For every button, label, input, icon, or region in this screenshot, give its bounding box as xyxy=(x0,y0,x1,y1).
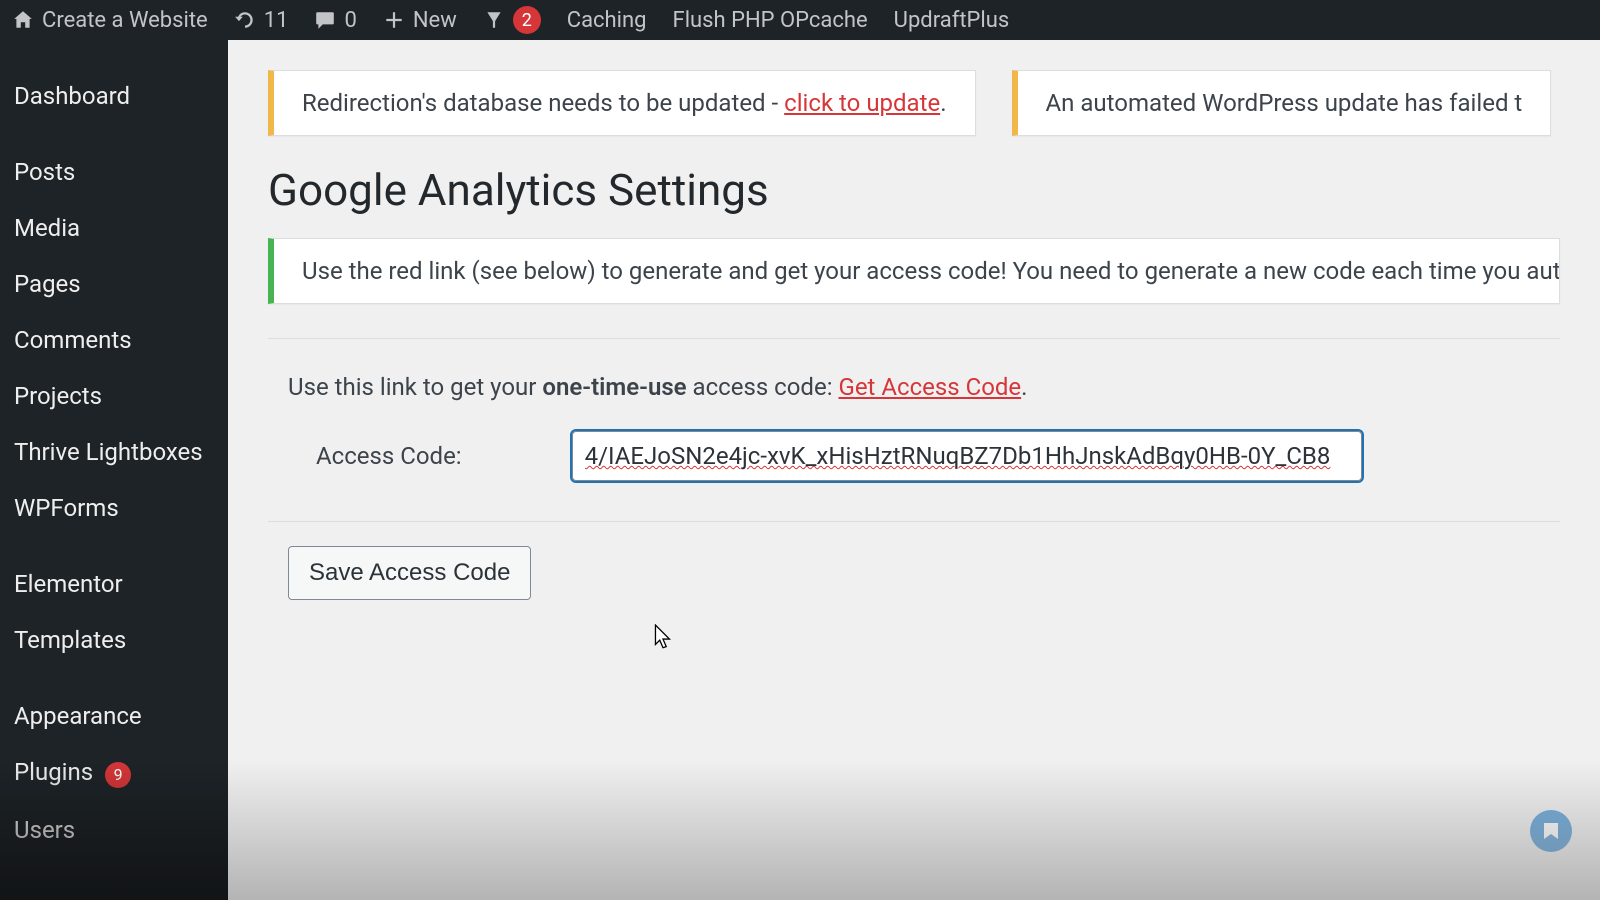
notice-text: Redirection's database needs to be updat… xyxy=(302,89,784,117)
updates-count: 11 xyxy=(264,8,289,33)
comment-icon xyxy=(314,9,336,31)
caching-link[interactable]: Caching xyxy=(567,8,647,33)
save-access-code-button[interactable]: Save Access Code xyxy=(288,546,531,600)
new-content-link[interactable]: New xyxy=(383,8,457,33)
sidebar-item-thrive-lightboxes[interactable]: Thrive Lightboxes xyxy=(0,424,228,480)
flush-opcache-link[interactable]: Flush PHP OPcache xyxy=(673,8,868,33)
notice-wp-update: An automated WordPress update has failed… xyxy=(1012,70,1552,136)
scroll-top-icon[interactable] xyxy=(1530,810,1572,852)
yoast-link[interactable]: 2 xyxy=(483,6,541,34)
sidebar-item-plugins[interactable]: Plugins 9 xyxy=(0,744,228,802)
sidebar-item-elementor[interactable]: Elementor xyxy=(0,556,228,612)
admin-sidebar: Dashboard Posts Media Pages Comments Pro… xyxy=(0,40,228,900)
separator xyxy=(268,521,1560,522)
comments-count: 0 xyxy=(344,8,356,33)
sidebar-item-dashboard[interactable]: Dashboard xyxy=(0,68,228,124)
sidebar-item-media[interactable]: Media xyxy=(0,200,228,256)
click-to-update-link[interactable]: click to update xyxy=(784,89,940,117)
mouse-cursor-icon xyxy=(652,624,674,652)
sidebar-item-pages[interactable]: Pages xyxy=(0,256,228,312)
sidebar-item-projects[interactable]: Projects xyxy=(0,368,228,424)
lead-text: Use this link to get your one-time-use a… xyxy=(288,373,1560,401)
main-content: Redirection's database needs to be updat… xyxy=(228,40,1600,900)
notice-redirection: Redirection's database needs to be updat… xyxy=(268,70,976,136)
admin-bar: Create a Website 11 0 New 2 Caching Flus… xyxy=(0,0,1600,40)
site-home-link[interactable]: Create a Website xyxy=(12,8,208,33)
home-icon xyxy=(12,9,34,31)
access-code-label: Access Code: xyxy=(316,442,462,470)
plus-icon xyxy=(383,9,405,31)
separator xyxy=(268,338,1560,339)
sidebar-item-wpforms[interactable]: WPForms xyxy=(0,480,228,536)
updraftplus-link[interactable]: UpdraftPlus xyxy=(894,8,1010,33)
access-code-input[interactable] xyxy=(572,431,1362,481)
updates-link[interactable]: 11 xyxy=(234,8,289,33)
notice-text: An automated WordPress update has failed… xyxy=(1046,89,1523,117)
new-label: New xyxy=(413,8,457,33)
sidebar-item-users[interactable]: Users xyxy=(0,802,228,858)
page-title: Google Analytics Settings xyxy=(268,164,1560,216)
sidebar-item-comments[interactable]: Comments xyxy=(0,312,228,368)
access-code-row: Access Code: xyxy=(316,431,1560,481)
refresh-icon xyxy=(234,9,256,31)
yoast-badge: 2 xyxy=(513,6,541,34)
sidebar-item-templates[interactable]: Templates xyxy=(0,612,228,668)
instruction-notice: Use the red link (see below) to generate… xyxy=(268,238,1560,304)
sidebar-item-appearance[interactable]: Appearance xyxy=(0,688,228,744)
yoast-icon xyxy=(483,9,505,31)
plugins-update-badge: 9 xyxy=(105,762,131,788)
get-access-code-link[interactable]: Get Access Code xyxy=(838,373,1021,401)
instruction-text: Use the red link (see below) to generate… xyxy=(302,257,1560,285)
site-name: Create a Website xyxy=(42,8,208,33)
comments-link[interactable]: 0 xyxy=(314,8,356,33)
sidebar-item-posts[interactable]: Posts xyxy=(0,144,228,200)
sidebar-item-label: Plugins xyxy=(14,758,93,786)
